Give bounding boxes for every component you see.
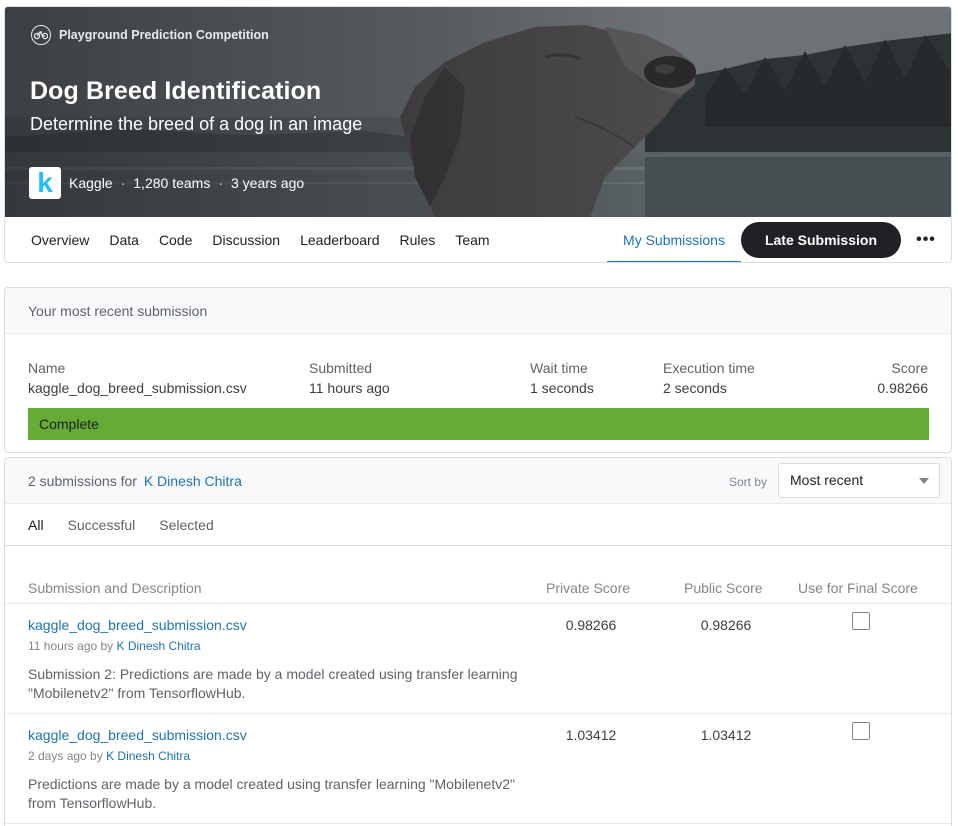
- competition-type: Playground Prediction Competition: [31, 25, 269, 45]
- wait-time-label: Wait time: [530, 360, 588, 376]
- host-info: k Kaggle · 1,280 teams · 3 years ago: [29, 167, 304, 199]
- chevron-down-icon: [919, 478, 929, 484]
- submission-description: Predictions are made by a model created …: [28, 776, 515, 811]
- score-label: Score: [891, 360, 928, 376]
- separator: ·: [218, 175, 223, 191]
- submission-user-link[interactable]: K Dinesh Chitra: [106, 749, 190, 763]
- sort-by-label: Sort by: [729, 475, 768, 489]
- score-value: 0.98266: [877, 380, 928, 396]
- separator: ·: [120, 175, 126, 191]
- execution-time-value: 2 seconds: [663, 380, 727, 396]
- name-value: kaggle_dog_breed_submission.csv: [28, 380, 247, 396]
- hero-banner: Playground Prediction Competition Dog Br…: [5, 7, 951, 217]
- private-score: 0.98266: [565, 617, 617, 633]
- recent-submitted: Submitted 11 hours ago: [309, 360, 390, 396]
- tab-discussion[interactable]: Discussion: [202, 217, 290, 262]
- recent-submission-heading: Your most recent submission: [5, 288, 951, 334]
- execution-time-label: Execution time: [663, 360, 755, 376]
- submission-count-text: 2 submissions for: [28, 473, 137, 489]
- submission-count: 2 submissions for K Dinesh Chitra: [28, 473, 242, 489]
- recent-submission-card: Your most recent submission Name kaggle_…: [4, 287, 952, 453]
- submitted-label: Submitted: [309, 360, 373, 376]
- submission-filters: All Successful Selected: [5, 504, 951, 546]
- submission-file-link[interactable]: kaggle_dog_breed_submission.csv: [28, 727, 247, 743]
- column-private-score: Private Score: [546, 580, 631, 596]
- wait-time-value: 1 seconds: [530, 380, 594, 396]
- user-link[interactable]: K Dinesh Chitra: [144, 473, 242, 489]
- bicycle-icon: [31, 25, 51, 45]
- submission-meta: 2 days ago by K Dinesh Chitra: [28, 749, 190, 763]
- submission-meta: 11 hours ago by K Dinesh Chitra: [28, 639, 201, 653]
- competition-subtitle: Determine the breed of a dog in an image: [30, 114, 363, 134]
- team-count: 1,280 teams: [133, 175, 211, 191]
- final-score-checkbox[interactable]: [852, 612, 870, 630]
- kaggle-logo-icon[interactable]: k: [29, 167, 61, 199]
- submission-time: 2 days ago by: [28, 749, 103, 763]
- table-row: kaggle_dog_breed_submission.csv 2 days a…: [5, 714, 951, 824]
- column-public-score: Public Score: [684, 580, 763, 596]
- submitted-value: 11 hours ago: [309, 380, 390, 396]
- public-score: 1.03412: [700, 727, 752, 743]
- sort-select[interactable]: Most recent: [778, 463, 940, 498]
- tab-rules[interactable]: Rules: [390, 217, 446, 262]
- competition-title: Dog Breed Identification: [30, 77, 322, 105]
- sort-select-value: Most recent: [790, 472, 864, 488]
- tab-leaderboard[interactable]: Leaderboard: [290, 217, 389, 262]
- column-description: Submission and Description: [28, 580, 202, 596]
- tab-code[interactable]: Code: [149, 217, 202, 262]
- submission-description: Submission 2: Predictions are made by a …: [28, 666, 518, 701]
- submission-file-link[interactable]: kaggle_dog_breed_submission.csv: [28, 617, 247, 633]
- competition-age: 3 years ago: [231, 175, 305, 191]
- competition-header: Playground Prediction Competition Dog Br…: [4, 6, 952, 263]
- recent-execution-time: Execution time 2 seconds: [663, 360, 755, 396]
- tab-data[interactable]: Data: [99, 217, 149, 262]
- submission-time: 11 hours ago by: [28, 639, 114, 653]
- status-complete-bar: Complete: [28, 408, 929, 440]
- host-name[interactable]: Kaggle: [69, 175, 113, 191]
- final-score-checkbox[interactable]: [852, 722, 870, 740]
- more-options-icon[interactable]: •••: [901, 231, 951, 249]
- tab-my-submissions[interactable]: My Submissions: [607, 217, 741, 262]
- recent-name: Name kaggle_dog_breed_submission.csv: [28, 360, 247, 396]
- table-header: Submission and Description Private Score…: [5, 546, 951, 604]
- filter-selected[interactable]: Selected: [159, 517, 213, 533]
- tab-team[interactable]: Team: [445, 217, 499, 262]
- table-row: kaggle_dog_breed_submission.csv 11 hours…: [5, 604, 951, 714]
- submissions-list-card: 2 submissions for K Dinesh Chitra Sort b…: [4, 457, 952, 826]
- tab-overview[interactable]: Overview: [5, 217, 99, 262]
- private-score: 1.03412: [565, 727, 617, 743]
- late-submission-button[interactable]: Late Submission: [740, 222, 901, 258]
- submissions-header: 2 submissions for K Dinesh Chitra Sort b…: [5, 458, 951, 504]
- recent-score: Score 0.98266: [877, 360, 928, 396]
- competition-tabs: Overview Data Code Discussion Leaderboar…: [5, 217, 951, 262]
- name-label: Name: [28, 360, 66, 376]
- submission-user-link[interactable]: K Dinesh Chitra: [117, 639, 201, 653]
- recent-wait-time: Wait time 1 seconds: [530, 360, 594, 396]
- public-score: 0.98266: [700, 617, 752, 633]
- column-final-score: Use for Final Score: [798, 580, 918, 596]
- filter-all[interactable]: All: [28, 517, 44, 533]
- competition-type-label: Playground Prediction Competition: [59, 28, 269, 42]
- filter-successful[interactable]: Successful: [68, 517, 136, 533]
